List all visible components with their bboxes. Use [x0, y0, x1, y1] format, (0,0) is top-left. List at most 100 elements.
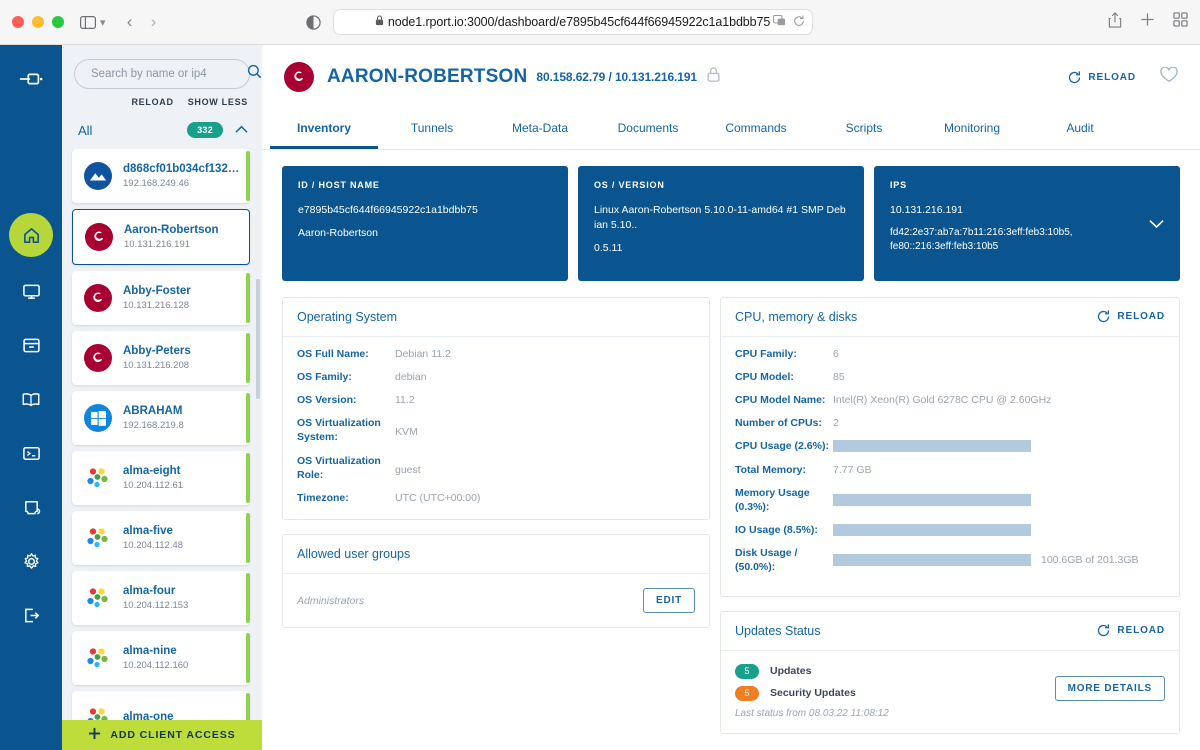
tab-commands[interactable]: Commands [702, 109, 810, 149]
client-list-item-text: alma-eight 10.204.112.61 [123, 465, 183, 491]
nav-home-icon[interactable] [9, 213, 53, 257]
sidebar-toggle-icon[interactable] [80, 15, 96, 29]
nav-terminal-icon[interactable] [11, 433, 51, 473]
reload-page-icon[interactable] [793, 15, 805, 30]
nav-gear-icon[interactable] [11, 541, 51, 581]
client-list-item-selected[interactable]: Aaron-Robertson 10.131.216.191 [72, 209, 250, 265]
tab-overview-icon[interactable] [1173, 12, 1188, 32]
client-list-panel: RELOAD SHOW LESS All 332 d868cf01b034cf1… [62, 45, 262, 750]
tab-inventory[interactable]: Inventory [270, 109, 378, 149]
tab-tunnels[interactable]: Tunnels [378, 109, 486, 149]
security-updates-label: Security Updates [770, 687, 856, 700]
cpu-reload-button[interactable]: RELOAD [1097, 310, 1165, 323]
os-info-value: UTC (UTC+00:00) [395, 491, 481, 504]
address-bar-actions[interactable] [772, 14, 805, 30]
back-button[interactable]: ‹ [118, 12, 142, 32]
rport-logo-icon[interactable] [11, 59, 51, 99]
cpu-info-value: 6 [833, 347, 839, 360]
os-info-row: OS Family: debian [297, 370, 695, 384]
usage-bar-label: IO Usage (8.5%): [735, 524, 818, 537]
search-container [62, 45, 262, 89]
allowed-user-groups-card-header: Allowed user groups [283, 535, 709, 575]
sidebar-dropdown-icon[interactable]: ▾ [100, 16, 106, 29]
client-id-value: e7895b45cf644f66945922c1a1bdbb75 [298, 204, 478, 216]
extension-icon[interactable] [772, 14, 786, 30]
cpu-info-key: CPU Model Name: [735, 394, 826, 406]
os-info-value: KVM [395, 426, 418, 439]
client-ip: 192.168.249.46 [123, 178, 190, 189]
nav-archive-icon[interactable] [11, 325, 51, 365]
client-list-item[interactable]: ABRAHAM 192.168.219.8 [72, 391, 250, 445]
cpu-info-value: 2 [833, 417, 839, 430]
browser-right-actions[interactable] [1108, 11, 1188, 33]
page-title: AARON-ROBERTSON [327, 66, 528, 87]
new-tab-icon[interactable] [1140, 12, 1155, 32]
nav-logout-icon[interactable] [11, 595, 51, 635]
security-updates-row: 5 Security Updates [735, 685, 1055, 701]
window-controls[interactable] [12, 16, 64, 28]
tab-meta-data[interactable]: Meta-Data [486, 109, 594, 149]
client-ip: 10.204.112.160 [123, 660, 189, 671]
right-column: CPU, memory & disks RELOAD CPU Family: 6 C… [720, 296, 1180, 734]
minimize-window-button[interactable] [32, 16, 44, 28]
url-text: node1.rport.io:3000/dashboard/e7895b45cf… [387, 15, 771, 29]
cpu-memory-disks-card-title: CPU, memory & disks [735, 309, 858, 324]
client-list-item[interactable]: Abby-Peters 10.131.216.208 [72, 331, 250, 385]
cpu-info-row: CPU Family: 6 [735, 347, 1165, 361]
ips-card-label: IPS [890, 180, 907, 190]
search-icon[interactable] [247, 64, 262, 84]
client-name: alma-five [123, 525, 173, 537]
updates-reload-button[interactable]: RELOAD [1097, 624, 1165, 637]
updates-status-card: Updates Status RELOAD 5 Updates 5 Securi… [720, 610, 1180, 734]
tab-documents[interactable]: Documents [594, 109, 702, 149]
chevron-up-icon[interactable] [235, 121, 248, 139]
chevron-down-icon[interactable] [1149, 216, 1164, 234]
forward-button[interactable]: › [142, 12, 166, 32]
reload-clients-button[interactable]: RELOAD [131, 97, 173, 107]
updates-count-badge: 5 [735, 663, 759, 679]
debian-logo-icon [85, 223, 113, 251]
operating-system-rows: OS Full Name: Debian 11.2 OS Family: debian… [283, 337, 709, 519]
search-box[interactable] [74, 59, 262, 89]
close-window-button[interactable] [12, 16, 24, 28]
nav-book-icon[interactable] [11, 379, 51, 419]
nav-script-icon[interactable] [11, 487, 51, 527]
client-list-item[interactable]: Abby-Foster 10.131.216.128 [72, 271, 250, 325]
debian-logo-icon [84, 284, 112, 312]
total-memory-row: Total Memory: 7.77 GB [735, 463, 1165, 477]
maximize-window-button[interactable] [52, 16, 64, 28]
client-list-item[interactable]: d868cf01b034cf132f… 192.168.249.46 [72, 149, 250, 203]
edit-user-groups-button[interactable]: EDIT [643, 588, 695, 614]
client-list-item[interactable]: alma-four 10.204.112.153 [72, 571, 250, 625]
client-list[interactable]: d868cf01b034cf132f… 192.168.249.46 Aaron-R… [62, 149, 262, 750]
summary-cards: ID / HOST NAME e7895b45cf644f66945922c1a… [282, 166, 1180, 281]
tab-audit[interactable]: Audit [1026, 109, 1134, 149]
more-details-button[interactable]: MORE DETAILS [1054, 675, 1165, 701]
tab-monitoring[interactable]: Monitoring [918, 109, 1026, 149]
address-bar[interactable]: node1.rport.io:3000/dashboard/e7895b45cf… [332, 9, 813, 35]
header-reload-button[interactable]: RELOAD [1068, 70, 1136, 84]
share-icon[interactable] [1108, 11, 1122, 33]
nav-monitor-icon[interactable] [11, 271, 51, 311]
client-ip: 10.131.216.128 [123, 300, 190, 311]
usage-bar [833, 554, 1031, 567]
security-updates-count-badge: 5 [735, 685, 759, 701]
privacy-shield-icon[interactable] [305, 14, 321, 30]
client-name: alma-four [123, 585, 176, 597]
list-actions: RELOAD SHOW LESS [62, 89, 262, 107]
add-client-access-button[interactable]: ADD CLIENT ACCESS [62, 720, 262, 750]
heart-icon[interactable] [1160, 65, 1178, 88]
show-less-button[interactable]: SHOW LESS [188, 97, 248, 107]
client-list-item[interactable]: alma-eight 10.204.112.61 [72, 451, 250, 505]
usage-bar [833, 493, 1031, 506]
search-input[interactable] [89, 67, 247, 81]
tab-scripts[interactable]: Scripts [810, 109, 918, 149]
os-info-key: OS Virtualization Role: [297, 454, 381, 481]
client-group-header[interactable]: All 332 [62, 107, 262, 149]
os-info-key: OS Virtualization System: [297, 417, 381, 444]
usage-bar-row: Disk Usage / (50.0%): 100.6GB of 201.3GB [735, 546, 1165, 574]
client-list-item[interactable]: alma-nine 10.204.112.160 [72, 631, 250, 685]
tab-bar[interactable]: Inventory Tunnels Meta-Data Documents Comman… [262, 109, 1200, 150]
client-list-item[interactable]: alma-five 10.204.112.48 [72, 511, 250, 565]
os-version-card: OS / VERSION Linux Aaron-Robertson 5.10.… [578, 166, 864, 281]
